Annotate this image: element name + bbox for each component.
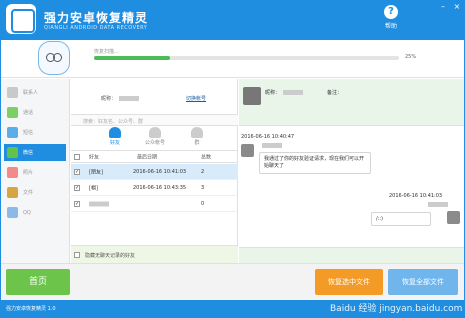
row-checkbox[interactable]: ✓ xyxy=(74,201,80,207)
table-header: 好友 最后日期 总数 xyxy=(71,152,238,163)
messages-icon xyxy=(7,127,18,138)
help-label: 帮助 xyxy=(384,23,397,30)
title-bar: 强力安卓恢复精灵 QIANGLI ANDROID DATA RECOVERY ?… xyxy=(0,0,465,40)
category-sidebar: 联系人 通话 短信 微信 照片 文件 QQ xyxy=(0,79,70,263)
hide-empty-friends-option[interactable]: 隐藏无聊天记录的好友 xyxy=(71,245,238,263)
sidebar-item-label: 文件 xyxy=(23,190,34,196)
official-account-icon xyxy=(149,127,161,138)
scan-progress-fill xyxy=(94,56,171,60)
tab-official-accounts[interactable]: 公众帐号 xyxy=(135,127,175,146)
chat-header: 昵称： 备注： xyxy=(239,79,465,126)
friend-icon xyxy=(109,127,121,138)
avatar xyxy=(447,211,460,224)
sidebar-item-label: 照片 xyxy=(23,170,34,176)
home-button[interactable]: 首页 xyxy=(6,269,70,295)
sidebar-item-calls[interactable]: 通话 xyxy=(4,104,66,121)
redacted-text xyxy=(262,143,282,148)
recover-selected-button[interactable]: 恢复选中文件 xyxy=(315,269,383,295)
hide-empty-checkbox[interactable] xyxy=(74,252,80,258)
help-button[interactable]: ? 帮助 xyxy=(376,5,406,30)
search-input[interactable]: 搜索：好友名、公众号、群 xyxy=(71,114,238,126)
contacts-icon xyxy=(7,87,18,98)
switch-account-link[interactable]: 切换帐号 xyxy=(186,95,206,102)
redacted-text xyxy=(89,201,109,206)
redacted-text xyxy=(283,90,304,95)
watermark: Baidu 经验 jingyan.baidu.com xyxy=(330,304,463,314)
friend-list-panel: 昵称： 切换帐号 搜索：好友名、公众号、群 好友 公众帐号 群 好友 最后日期 … xyxy=(71,79,238,263)
sidebar-item-qq[interactable]: QQ xyxy=(4,204,66,221)
sidebar-item-label: QQ xyxy=(23,209,31,216)
avatar xyxy=(241,144,254,157)
minimize-icon[interactable]: – xyxy=(438,3,448,11)
files-icon xyxy=(7,187,18,198)
redacted-text xyxy=(428,202,448,207)
table-row[interactable]: ✓ [帽] 2016-06-16 10:43:35 3 xyxy=(71,180,238,196)
recover-all-button[interactable]: 恢复全部文件 xyxy=(388,269,458,295)
qq-icon xyxy=(7,207,18,218)
sidebar-item-contacts[interactable]: 联系人 xyxy=(4,84,66,101)
scan-progress-text: 25% xyxy=(405,54,417,60)
help-icon: ? xyxy=(384,5,398,19)
sidebar-item-label: 微信 xyxy=(23,150,34,156)
action-bar: 首页 恢复选中文件 恢复全部文件 xyxy=(0,263,465,300)
robot-mascot-icon xyxy=(38,41,70,75)
sidebar-item-messages[interactable]: 短信 xyxy=(4,124,66,141)
select-all-checkbox[interactable] xyxy=(74,154,80,160)
wechat-icon xyxy=(7,147,18,158)
table-row[interactable]: ✓ [朋友] 2016-06-16 10:41:03 2 xyxy=(71,164,238,180)
row-checkbox[interactable]: ✓ xyxy=(74,185,80,191)
message-timestamp: 2016-06-16 10:41:03 xyxy=(389,193,443,199)
photos-icon xyxy=(7,167,18,178)
account-nick: 昵称： xyxy=(101,95,140,102)
chat-remark: 备注： xyxy=(327,90,343,96)
tab-groups[interactable]: 群 xyxy=(177,127,217,146)
tab-friends[interactable]: 好友 xyxy=(95,127,135,146)
sidebar-item-wechat[interactable]: 微信 xyxy=(4,144,66,161)
table-row[interactable]: ✓ 0 xyxy=(71,196,238,212)
message-bubble: 我通过了你的好友验证请求，现在我们可以开始聊天了 xyxy=(259,152,371,174)
sidebar-item-photos[interactable]: 照片 xyxy=(4,164,66,181)
chat-nick: 昵称： xyxy=(265,89,304,96)
row-checkbox[interactable]: ✓ xyxy=(74,169,80,175)
redacted-text xyxy=(119,96,140,101)
message-timestamp: 2016-06-16 10:40:47 xyxy=(241,134,295,140)
sidebar-item-label: 短信 xyxy=(23,130,34,136)
app-subtitle: QIANGLI ANDROID DATA RECOVERY xyxy=(44,25,148,31)
call-log-icon xyxy=(7,107,18,118)
scan-panel: 恢复扫描... 25% xyxy=(0,40,465,78)
scan-status-label: 恢复扫描... xyxy=(94,49,119,55)
sidebar-item-files[interactable]: 文件 xyxy=(4,184,66,201)
group-icon xyxy=(191,127,203,138)
sidebar-item-label: 通话 xyxy=(23,110,34,116)
app-logo-icon xyxy=(6,4,36,34)
chat-panel: 昵称： 备注： 2016-06-16 10:40:47 我通过了你的好友验证请求… xyxy=(239,79,465,263)
sidebar-item-label: 联系人 xyxy=(23,90,39,96)
app-title: 强力安卓恢复精灵 xyxy=(44,11,149,25)
scan-progress-bar xyxy=(94,56,399,60)
close-icon[interactable]: × xyxy=(452,3,462,11)
message-bubble: /::) xyxy=(371,212,431,226)
avatar xyxy=(243,87,261,105)
